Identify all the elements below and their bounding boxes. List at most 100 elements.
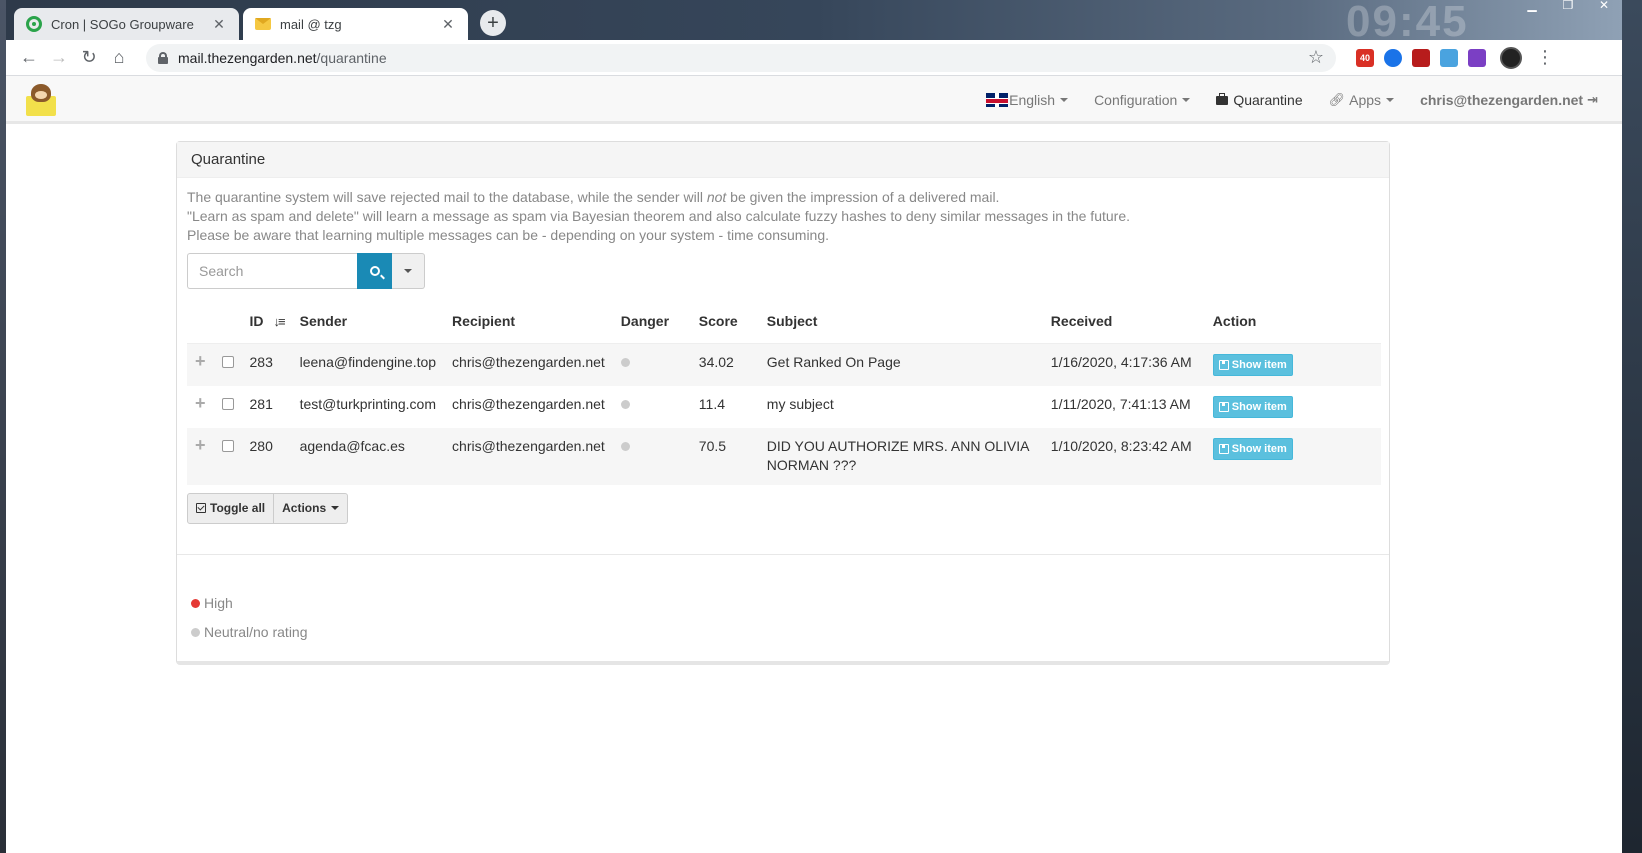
cell-score: 70.5: [698, 437, 727, 454]
danger-neutral-dot: [620, 441, 630, 451]
target-icon: [26, 16, 42, 32]
expand-icon[interactable]: +: [195, 435, 206, 455]
caret-down-icon: [1182, 98, 1191, 102]
danger-high-dot: [191, 598, 200, 608]
new-tab-button[interactable]: +: [480, 10, 506, 36]
uk-flag-icon: [986, 93, 1009, 107]
apps-dropdown[interactable]: 🔗︎ Apps: [1328, 92, 1395, 108]
ublock-icon[interactable]: [1412, 48, 1430, 67]
quarantine-link[interactable]: Quarantine: [1216, 92, 1303, 108]
minimize-icon[interactable]: ▁: [1514, 0, 1550, 14]
quarantine-panel: Quarantine The quarantine system will sa…: [176, 141, 1390, 665]
cell-received: 1/16/2020, 4:17:36 AM: [1050, 353, 1192, 370]
legend-high: High: [191, 589, 1375, 618]
back-icon[interactable]: ←: [14, 43, 44, 73]
legend-neutral: Neutral/no rating: [191, 618, 1375, 647]
expand-icon[interactable]: +: [195, 351, 206, 371]
col-danger[interactable]: Danger: [612, 299, 691, 344]
row-checkbox[interactable]: [221, 355, 234, 368]
col-subject[interactable]: Subject: [758, 299, 1043, 344]
search-icon: [369, 266, 380, 276]
language-dropdown[interactable]: English: [986, 92, 1069, 108]
tab-strip: Cron | SOGo Groupware ✕ mail @ tzg ✕ + 0…: [6, 0, 1622, 44]
quarantine-table: ID ↓≡ Sender Recipient Danger Score Subje…: [187, 299, 1381, 485]
bulk-actions: Toggle all Actions: [187, 492, 349, 524]
tab-mail[interactable]: mail @ tzg ✕: [243, 8, 468, 40]
reload-icon[interactable]: ↻: [74, 43, 104, 73]
configuration-dropdown[interactable]: Configuration: [1094, 92, 1191, 108]
forward-icon[interactable]: →: [44, 43, 74, 73]
table-row: + 280 agenda@fcac.es chris@thezengarden.…: [187, 427, 1381, 485]
table-row: + 283 leena@findengine.top chris@thezeng…: [187, 343, 1381, 386]
menu-kebab-icon[interactable]: ⋮: [1536, 47, 1554, 68]
briefcase-icon: [1216, 92, 1229, 105]
sort-desc-icon[interactable]: ↓≡: [274, 314, 286, 329]
twitch-extension-icon[interactable]: [1468, 48, 1486, 67]
search-button[interactable]: [357, 253, 392, 289]
profile-avatar[interactable]: [1500, 46, 1522, 69]
actions-dropdown[interactable]: Actions: [274, 492, 349, 524]
extension-badge[interactable]: 40: [1356, 48, 1374, 67]
sign-out-icon: ⇥: [1587, 92, 1598, 107]
col-id[interactable]: ID ↓≡: [241, 299, 292, 344]
danger-neutral-dot: [620, 357, 630, 367]
quarantine-label: Quarantine: [1233, 92, 1303, 108]
show-item-button[interactable]: Show item: [1212, 437, 1293, 460]
show-item-button[interactable]: Show item: [1212, 353, 1293, 376]
toggle-all-button[interactable]: Toggle all: [187, 492, 275, 524]
cell-sender: test@turkprinting.com: [299, 395, 436, 412]
maximize-icon[interactable]: ❐: [1550, 0, 1586, 14]
tab-sogo[interactable]: Cron | SOGo Groupware ✕: [14, 8, 239, 40]
user-logout-link[interactable]: chris@thezengarden.net ⇥: [1420, 92, 1598, 108]
cell-sender: leena@findengine.top: [299, 353, 437, 370]
danger-neutral-dot: [191, 627, 200, 637]
row-checkbox[interactable]: [221, 397, 234, 410]
address-bar[interactable]: mail.thezengarden.net/quarantine ☆: [146, 43, 1336, 72]
show-item-button[interactable]: Show item: [1212, 395, 1293, 418]
desktop-clock: 09:45: [1346, 0, 1469, 46]
mailcow-logo[interactable]: [24, 82, 58, 116]
col-recipient[interactable]: Recipient: [444, 299, 613, 344]
home-icon[interactable]: ⌂: [104, 43, 134, 73]
col-score[interactable]: Score: [690, 299, 759, 344]
search-group: [187, 253, 425, 289]
search-input[interactable]: [187, 253, 357, 289]
cell-score: 34.02: [698, 353, 734, 370]
description-line-1: The quarantine system will save rejected…: [187, 189, 1000, 205]
cell-id: 281: [249, 395, 273, 412]
link-icon: 🔗︎: [1328, 92, 1346, 107]
cell-received: 1/10/2020, 8:23:42 AM: [1050, 437, 1192, 454]
col-received[interactable]: Received: [1042, 299, 1205, 344]
cell-id: 283: [249, 353, 273, 370]
camera-extension-icon[interactable]: [1440, 48, 1458, 67]
url-path: /quarantine: [316, 49, 387, 66]
search-options-button[interactable]: [392, 253, 425, 289]
caret-down-icon: [331, 506, 340, 510]
bookmark-star-icon[interactable]: ☆: [1308, 47, 1324, 68]
chat-extension-icon[interactable]: [1384, 48, 1402, 67]
check-square-icon: [196, 503, 206, 513]
col-action: Action: [1204, 299, 1381, 344]
language-label: English: [1009, 92, 1056, 108]
browser-window: Cron | SOGo Groupware ✕ mail @ tzg ✕ + 0…: [6, 0, 1622, 853]
table-header-row: ID ↓≡ Sender Recipient Danger Score Subje…: [187, 299, 1381, 344]
caret-down-icon: [404, 269, 412, 273]
row-checkbox[interactable]: [221, 439, 234, 452]
desktop-background-right: [1622, 0, 1642, 853]
lock-icon: [158, 51, 168, 64]
expand-icon[interactable]: +: [195, 393, 206, 413]
close-window-icon[interactable]: ✕: [1586, 0, 1622, 14]
caret-down-icon: [1386, 98, 1395, 102]
cell-score: 11.4: [698, 395, 726, 412]
danger-neutral-dot: [620, 399, 630, 409]
close-icon[interactable]: ✕: [440, 16, 456, 33]
configuration-label: Configuration: [1094, 92, 1178, 108]
cell-subject: my subject: [766, 395, 834, 412]
cell-sender: agenda@fcac.es: [299, 437, 405, 454]
close-icon[interactable]: ✕: [211, 16, 227, 33]
app-navbar: English Configuration Quarantine 🔗︎ Apps…: [6, 76, 1622, 124]
col-sender[interactable]: Sender: [291, 299, 445, 344]
cell-recipient: chris@thezengarden.net: [452, 395, 605, 412]
danger-legend: High Neutral/no rating: [187, 555, 1379, 647]
quarantine-description: The quarantine system will save rejected…: [187, 188, 1379, 245]
